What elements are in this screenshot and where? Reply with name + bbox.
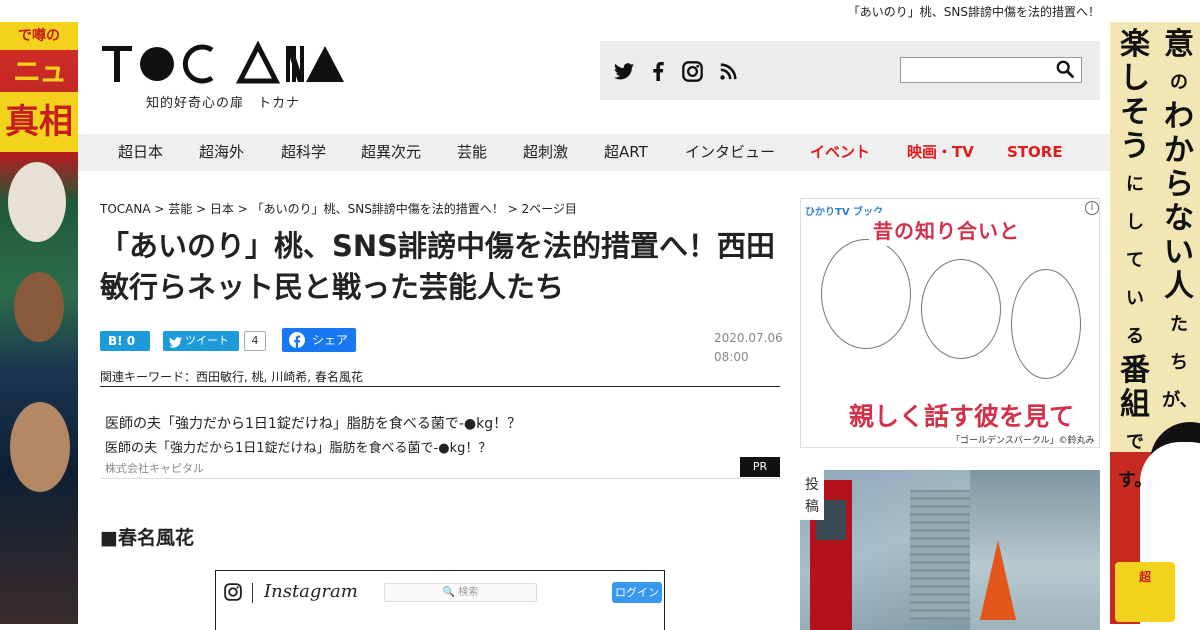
left-side-banner-ad[interactable]: で噂の ニュース 真相 (0, 22, 78, 624)
photo-traffic-cone (980, 540, 1016, 620)
nav-item-choart[interactable]: 超ART (604, 134, 648, 171)
twitter-icon[interactable] (612, 59, 636, 83)
nav-item-chokagaku[interactable]: 超科学 (281, 134, 326, 171)
tweet-count: 4 (244, 331, 266, 351)
site-tagline: 知的好奇心の扉 トカナ (146, 96, 301, 111)
right-banner-badge: 超 (1115, 562, 1175, 622)
left-banner-face-3 (10, 402, 70, 492)
pr-badge: PR (740, 457, 780, 477)
site-logo[interactable] (100, 40, 350, 86)
breadcrumb[interactable]: TOCANA > 芸能 > 日本 > 「あいのり」桃、SNS誹謗中傷を法的措置へ… (100, 200, 577, 217)
sidebar-photo-card[interactable]: 投稿 (800, 470, 1100, 630)
pr-ad-title[interactable]: 医師の夫「強力だから1日1錠だけね」脂肪を食べる菌で-●kg！？ (105, 413, 521, 433)
top-ticker-link[interactable]: 「あいのり」桃、SNS誹謗中傷を法的措置へ！ (848, 3, 1100, 20)
nav-item-chonihon[interactable]: 超日本 (118, 134, 163, 171)
instagram-wordmark: Instagram (264, 581, 358, 602)
sidebar-manga-ad[interactable]: ひかりTV ブック 昔の知り合いと 親しく話す彼を見て 「ゴールデンスパークル」… (800, 198, 1100, 448)
rss-icon[interactable] (716, 59, 740, 83)
facebook-share-label: シェア (312, 333, 349, 347)
tocana-logo-mark (102, 40, 344, 84)
tweet-button[interactable]: ツイート (163, 331, 239, 351)
section-heading: ■春名風花 (100, 527, 194, 549)
nav-item-event[interactable]: イベント (810, 134, 870, 171)
facebook-share-button[interactable]: シェア (282, 328, 356, 352)
right-banner-col2: 楽しそうにしている番組です。 (1118, 27, 1153, 492)
pr-ad-block[interactable]: 医師の夫「強力だから1日1錠だけね」脂肪を食べる菌で-●kg！？ 医師の夫「強力… (100, 405, 780, 479)
nav-item-choijigen[interactable]: 超異次元 (361, 134, 421, 171)
related-keywords[interactable]: 関連キーワード：西田敏行, 桃, 川崎希, 春名風花 (100, 368, 780, 387)
instagram-embed[interactable]: Instagram 🔍 検索 ログイン (215, 570, 665, 630)
nav-item-geino[interactable]: 芸能 (457, 134, 487, 171)
nav-item-chokaigai[interactable]: 超海外 (199, 134, 244, 171)
nav-item-store[interactable]: STORE (1007, 134, 1063, 171)
instagram-divider (252, 583, 253, 603)
nav-item-interview[interactable]: インタビュー (685, 134, 775, 171)
article-title: 「あいのり」桃、SNS誹謗中傷を法的措置へ！西田敏行らネット民と戦った芸能人たち (100, 229, 776, 304)
ad-footline: 親しく話す彼を見て (845, 397, 1079, 433)
manga-sketch-3 (1011, 269, 1081, 379)
hatena-bookmark-button[interactable]: B! 0 (100, 331, 150, 351)
manga-sketch-2 (921, 259, 1001, 359)
pr-ad-subtitle[interactable]: 医師の夫「強力だから1日1錠だけね」脂肪を食べる菌で-●kg！？ (105, 437, 491, 456)
left-banner-line2: ニュース (12, 55, 67, 128)
instagram-icon[interactable] (680, 59, 704, 83)
nav-item-movie-tv[interactable]: 映画・TV (907, 134, 974, 171)
ad-info-icon[interactable]: i (1085, 201, 1099, 215)
right-side-banner-ad[interactable]: 意のわからない人たちが、 楽しそうにしている番組です。 超 (1110, 22, 1200, 624)
right-banner-col1: 意のわからない人たちが、 (1162, 27, 1198, 412)
publish-date-day: 2020.07.06 (714, 331, 783, 345)
facebook-circle-icon (289, 332, 305, 356)
pr-ad-company: 株式会社キャピタル (105, 462, 204, 475)
publish-date-time: 08:00 (714, 350, 749, 364)
photo-label: 投稿 (800, 470, 824, 520)
twitter-bird-icon (169, 335, 182, 355)
facebook-icon[interactable] (646, 59, 670, 83)
instagram-login-button[interactable]: ログイン (612, 582, 662, 603)
instagram-icon (224, 583, 242, 605)
search-input[interactable] (900, 57, 1082, 83)
ad-headline: 昔の知り合いと (869, 213, 1024, 246)
photo-grate (910, 490, 970, 620)
ad-credit: 「ゴールデンスパークル」©鈴丸みんた／集英社 (951, 436, 1095, 446)
main-nav: 超日本 超海外 超科学 超異次元 芸能 超刺激 超ART インタビュー イベント… (78, 134, 1110, 171)
tweet-button-label: ツイート (185, 334, 229, 347)
header-tools (600, 41, 1100, 100)
left-banner-line3: 真相 (0, 92, 78, 152)
left-banner-face-1 (8, 162, 66, 242)
left-banner-face-2 (14, 272, 64, 342)
search-icon[interactable] (1056, 60, 1076, 80)
publish-date: 2020.07.06 08:00 (714, 329, 783, 367)
manga-sketch-1 (821, 239, 911, 349)
nav-item-choshigeki[interactable]: 超刺激 (523, 134, 568, 171)
instagram-search-input[interactable]: 🔍 検索 (384, 583, 537, 602)
left-banner-line1: で噂の (0, 22, 78, 50)
